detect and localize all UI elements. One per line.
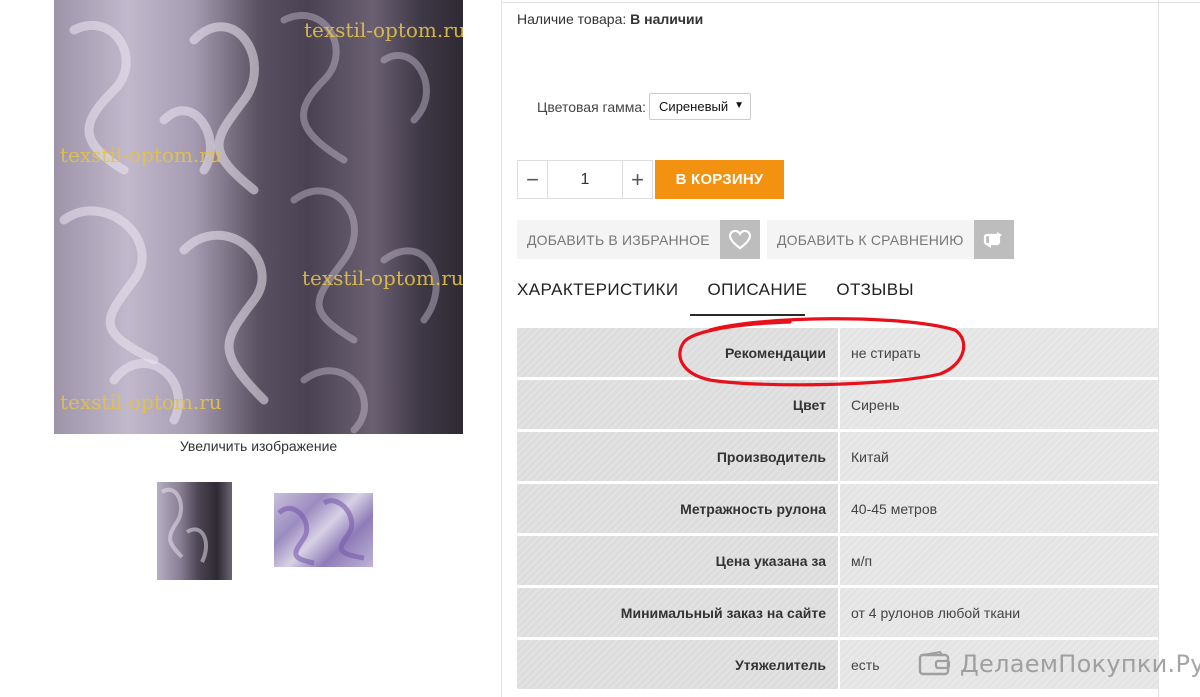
- spec-key: Производитель: [517, 432, 838, 481]
- quantity-increase-button[interactable]: +: [622, 161, 652, 198]
- quantity-stepper: − 1 +: [517, 160, 653, 199]
- heart-icon: [719, 220, 760, 259]
- availability-label: Наличие товара:: [517, 11, 627, 27]
- tab-reviews[interactable]: ОТЗЫВЫ: [836, 280, 914, 312]
- watermark-text: texstil-optom.ru: [302, 266, 463, 290]
- product-tabs: ХАРАКТЕРИСТИКИ ОПИСАНИЕ ОТЗЫВЫ: [517, 280, 943, 312]
- brand-watermark-text: ДелаемПокупки.Ру: [960, 650, 1200, 678]
- tab-description[interactable]: ОПИСАНИЕ: [707, 280, 807, 312]
- dropdown-arrow-icon: ▼: [734, 100, 745, 111]
- table-row: Минимальный заказ на сайте от 4 рулонов …: [517, 588, 1158, 637]
- fabric-pattern: [59, 11, 440, 434]
- zoom-image-link[interactable]: Увеличить изображение: [54, 438, 463, 454]
- table-row: Цена указана за м/п: [517, 536, 1158, 585]
- spec-value: 40-45 метров: [840, 484, 1158, 533]
- color-option-row: Цветовая гамма: Сиреневый ▼: [537, 93, 752, 120]
- column-divider: [501, 0, 502, 697]
- spec-key: Минимальный заказ на сайте: [517, 588, 838, 637]
- color-select[interactable]: Сиреневый ▼: [649, 93, 752, 120]
- watermark-text: texstil-optom.ru: [304, 18, 463, 42]
- watermark-text: texstil-optom.ru: [60, 390, 222, 414]
- availability-value: В наличии: [630, 11, 704, 27]
- annotation-circle: [678, 317, 966, 387]
- add-to-cart-button[interactable]: В КОРЗИНУ: [655, 160, 784, 199]
- thumbnail-pattern: [160, 487, 208, 563]
- quantity-decrease-button[interactable]: −: [518, 161, 548, 198]
- product-main-image[interactable]: texstil-optom.ru texstil-optom.ru texsti…: [54, 0, 463, 434]
- spec-value: Китай: [840, 432, 1158, 481]
- add-to-compare-button[interactable]: ДОБАВИТЬ К СРАВНЕНИЮ: [767, 220, 1014, 259]
- add-to-favorites-label: ДОБАВИТЬ В ИЗБРАННОЕ: [517, 220, 720, 259]
- watermark-text: texstil-optom.ru: [60, 143, 222, 167]
- wallet-icon: [918, 651, 951, 676]
- color-select-value: Сиреневый: [659, 99, 729, 114]
- availability-info: Наличие товара: В наличии: [517, 11, 703, 27]
- spec-key: Утяжелитель: [517, 640, 838, 689]
- spec-value: м/п: [840, 536, 1158, 585]
- compare-icon: [973, 220, 1014, 259]
- spec-value: от 4 рулонов любой ткани: [840, 588, 1158, 637]
- quantity-input[interactable]: 1: [548, 161, 622, 198]
- spec-key: Метражность рулона: [517, 484, 838, 533]
- color-option-label: Цветовая гамма:: [537, 98, 647, 115]
- thumbnail-1[interactable]: [157, 482, 232, 580]
- tab-characteristics[interactable]: ХАРАКТЕРИСТИКИ: [517, 280, 678, 312]
- brand-watermark: ДелаемПокупки.Ру: [918, 650, 1200, 678]
- table-row: Метражность рулона 40-45 метров: [517, 484, 1158, 533]
- table-row: Производитель Китай: [517, 432, 1158, 481]
- add-to-favorites-button[interactable]: ДОБАВИТЬ В ИЗБРАННОЕ: [517, 220, 760, 259]
- thumbnail-2[interactable]: [274, 493, 373, 567]
- top-divider: [501, 2, 1200, 3]
- spec-key: Цена указана за: [517, 536, 838, 585]
- add-to-compare-label: ДОБАВИТЬ К СРАВНЕНИЮ: [767, 220, 974, 259]
- thumbnail-pattern: [277, 498, 365, 566]
- column-divider: [1158, 0, 1159, 697]
